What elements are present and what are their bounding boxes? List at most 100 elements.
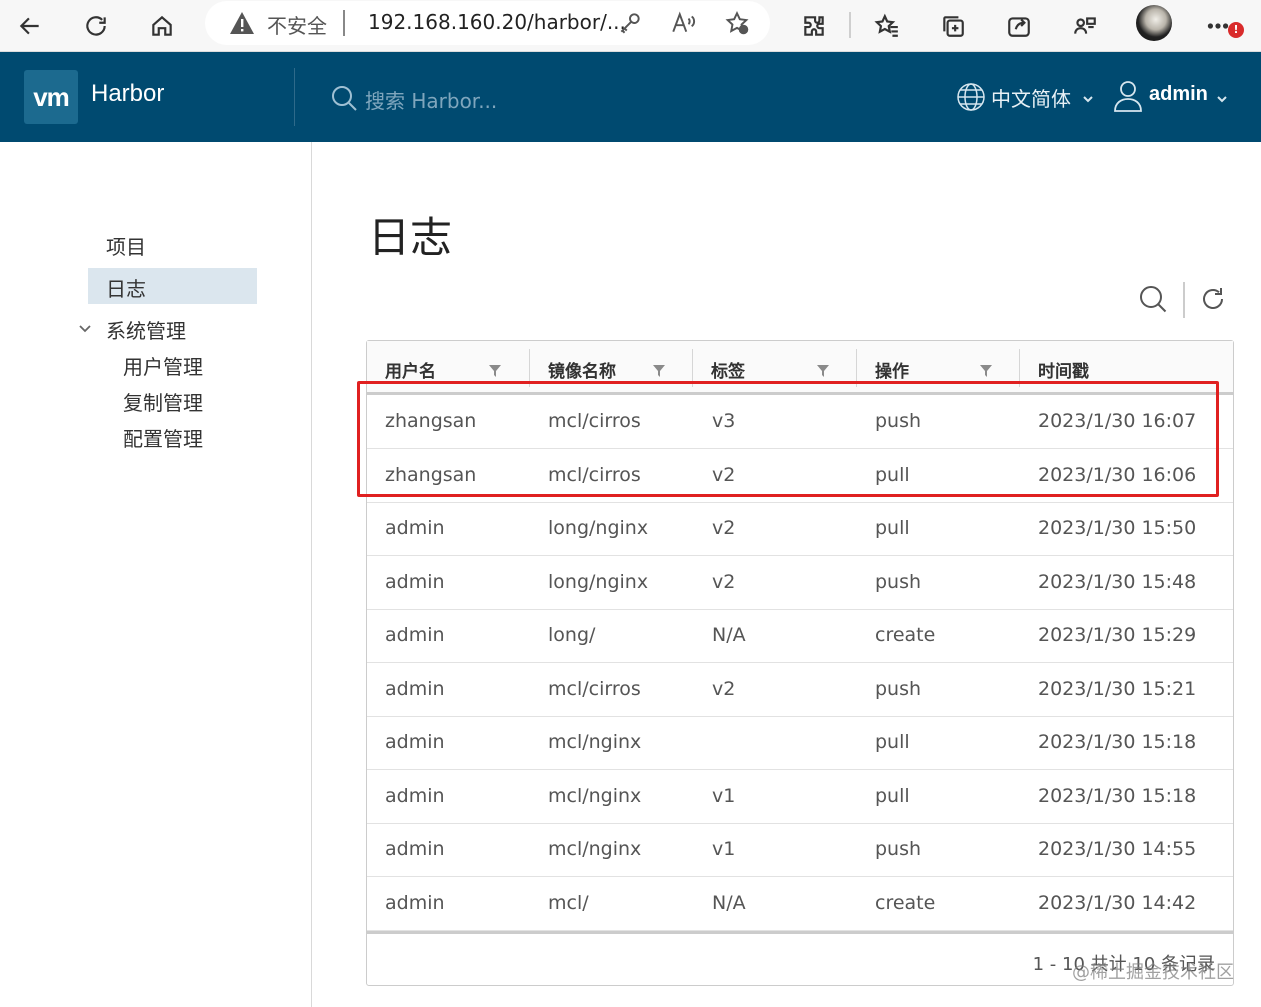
cell-timestamp: 2023/1/30 15:18 bbox=[1038, 731, 1197, 753]
sidebar-item-configuration[interactable]: 配置管理 bbox=[123, 423, 203, 452]
page-title: 日志 bbox=[368, 213, 453, 262]
chevron-down-icon[interactable] bbox=[1082, 90, 1094, 103]
cell-repository: mcl/cirros bbox=[548, 677, 641, 700]
cell-operation: push bbox=[875, 570, 922, 593]
highlight-box bbox=[357, 381, 1219, 497]
notification-badge: ! bbox=[1228, 22, 1244, 38]
cell-tag: v2 bbox=[712, 677, 736, 700]
warning-icon[interactable] bbox=[229, 11, 255, 35]
extensions-icon[interactable] bbox=[794, 6, 834, 46]
address-bar[interactable]: 不安全 192.168.160.20/harbor/... bbox=[205, 1, 770, 45]
share-icon[interactable] bbox=[999, 6, 1039, 46]
cell-timestamp: 2023/1/30 15:50 bbox=[1038, 517, 1197, 539]
cell-tag: N/A bbox=[712, 891, 746, 914]
search-icon[interactable] bbox=[1138, 284, 1168, 314]
global-search-input[interactable]: 搜索 Harbor... bbox=[365, 85, 497, 114]
filter-icon[interactable] bbox=[653, 362, 665, 377]
cell-tag: v2 bbox=[712, 517, 736, 539]
chevron-down-icon[interactable] bbox=[1216, 90, 1228, 103]
cell-operation: create bbox=[875, 891, 936, 914]
table-row[interactable]: admin long/nginx v2 pull 2023/1/30 15:50 bbox=[367, 503, 1233, 556]
chevron-down-icon[interactable] bbox=[78, 320, 92, 334]
cell-operation: push bbox=[875, 677, 922, 700]
cell-repository: long/nginx bbox=[548, 517, 649, 539]
column-label: 时间戳 bbox=[1038, 362, 1089, 382]
cell-username: admin bbox=[385, 570, 445, 593]
app-header: vm Harbor 搜索 Harbor... 中文简体 admin bbox=[0, 52, 1261, 142]
favorite-add-icon[interactable] bbox=[724, 10, 750, 36]
globe-icon[interactable] bbox=[956, 82, 986, 112]
header-divider bbox=[294, 68, 295, 126]
address-separator bbox=[343, 10, 345, 36]
cell-repository: long/ bbox=[548, 624, 596, 646]
cell-repository: mcl/ bbox=[548, 891, 589, 914]
security-label[interactable]: 不安全 bbox=[267, 10, 327, 39]
vmware-logo[interactable]: vm bbox=[24, 70, 78, 124]
cell-tag: v1 bbox=[712, 838, 736, 860]
user-menu[interactable]: admin bbox=[1149, 83, 1208, 106]
table-row[interactable]: admin mcl/N/A create 2023/1/30 14:42 bbox=[367, 878, 1233, 931]
table-row[interactable]: admin mcl/nginx v1 pull 2023/1/30 15:18 bbox=[367, 771, 1233, 824]
cell-username: admin bbox=[385, 731, 445, 753]
search-icon[interactable] bbox=[330, 84, 358, 112]
filter-icon[interactable] bbox=[817, 362, 829, 377]
cell-timestamp: 2023/1/30 14:55 bbox=[1038, 838, 1197, 860]
cell-timestamp: 2023/1/30 15:29 bbox=[1038, 624, 1197, 646]
cell-repository: mcl/nginx bbox=[548, 784, 642, 807]
profile-switch-icon[interactable] bbox=[1065, 6, 1105, 46]
cell-username: admin bbox=[385, 517, 445, 539]
key-icon[interactable] bbox=[617, 10, 643, 36]
cell-timestamp: 2023/1/30 14:42 bbox=[1038, 891, 1197, 914]
table-row[interactable]: admin long/N/A create 2023/1/30 15:29 bbox=[367, 610, 1233, 663]
table-row[interactable]: admin mcl/cirros v2 push 2023/1/30 15:21 bbox=[367, 664, 1233, 717]
back-icon[interactable] bbox=[10, 6, 50, 46]
column-label: 标签 bbox=[711, 362, 745, 382]
cell-tag: N/A bbox=[712, 624, 746, 646]
home-icon[interactable] bbox=[142, 6, 182, 46]
toolbar-divider bbox=[849, 12, 851, 38]
cell-operation: pull bbox=[875, 731, 910, 753]
refresh-icon[interactable] bbox=[76, 6, 116, 46]
watermark: @稀土掘金技术社区 bbox=[1072, 962, 1234, 983]
url-text[interactable]: 192.168.160.20/harbor/... bbox=[368, 10, 626, 34]
cell-operation: pull bbox=[875, 784, 910, 807]
cell-repository: mcl/nginx bbox=[548, 731, 642, 753]
filter-icon[interactable] bbox=[489, 362, 501, 377]
toolbar-divider bbox=[1183, 282, 1185, 318]
cell-timestamp: 2023/1/30 15:21 bbox=[1038, 677, 1197, 700]
sidebar-item-administration[interactable]: 系统管理 bbox=[106, 315, 186, 344]
sidebar-item-replications[interactable]: 复制管理 bbox=[123, 387, 203, 416]
cell-tag: v2 bbox=[712, 570, 736, 593]
cell-operation: pull bbox=[875, 517, 910, 539]
cell-operation: create bbox=[875, 624, 936, 646]
user-avatar[interactable] bbox=[1136, 5, 1172, 41]
user-icon[interactable] bbox=[1113, 80, 1143, 112]
language-selector[interactable]: 中文简体 bbox=[991, 83, 1071, 112]
cell-repository: mcl/nginx bbox=[548, 838, 642, 860]
cell-username: admin bbox=[385, 891, 445, 914]
refresh-icon[interactable] bbox=[1199, 285, 1227, 313]
sidebar-item-logs[interactable]: 日志 bbox=[106, 273, 146, 302]
cell-username: admin bbox=[385, 677, 445, 700]
column-label: 用户名 bbox=[385, 362, 436, 382]
cell-repository: long/nginx bbox=[548, 570, 649, 593]
column-label: 镜像名称 bbox=[548, 362, 616, 382]
table-row[interactable]: admin long/nginx v2 push 2023/1/30 15:48 bbox=[367, 557, 1233, 610]
table-row[interactable]: admin mcl/nginx v1 push 2023/1/30 14:55 bbox=[367, 824, 1233, 877]
sidebar: 项目 日志 系统管理 用户管理 复制管理 配置管理 bbox=[0, 142, 312, 1007]
cell-operation: push bbox=[875, 838, 922, 860]
browser-toolbar: 不安全 192.168.160.20/harbor/... ! bbox=[0, 0, 1261, 52]
filter-icon[interactable] bbox=[980, 362, 992, 377]
cell-username: admin bbox=[385, 838, 445, 860]
table-row[interactable]: admin mcl/nginx pull 2023/1/30 15:18 bbox=[367, 717, 1233, 770]
brand-title[interactable]: Harbor bbox=[91, 80, 164, 108]
cell-timestamp: 2023/1/30 15:48 bbox=[1038, 570, 1197, 593]
cell-username: admin bbox=[385, 784, 445, 807]
read-aloud-icon[interactable] bbox=[670, 10, 696, 36]
sidebar-item-users[interactable]: 用户管理 bbox=[123, 351, 203, 380]
favorites-icon[interactable] bbox=[867, 6, 907, 46]
collections-icon[interactable] bbox=[933, 6, 973, 46]
sidebar-item-projects[interactable]: 项目 bbox=[106, 231, 146, 260]
cell-timestamp: 2023/1/30 15:18 bbox=[1038, 784, 1197, 807]
cell-tag: v1 bbox=[712, 784, 736, 807]
